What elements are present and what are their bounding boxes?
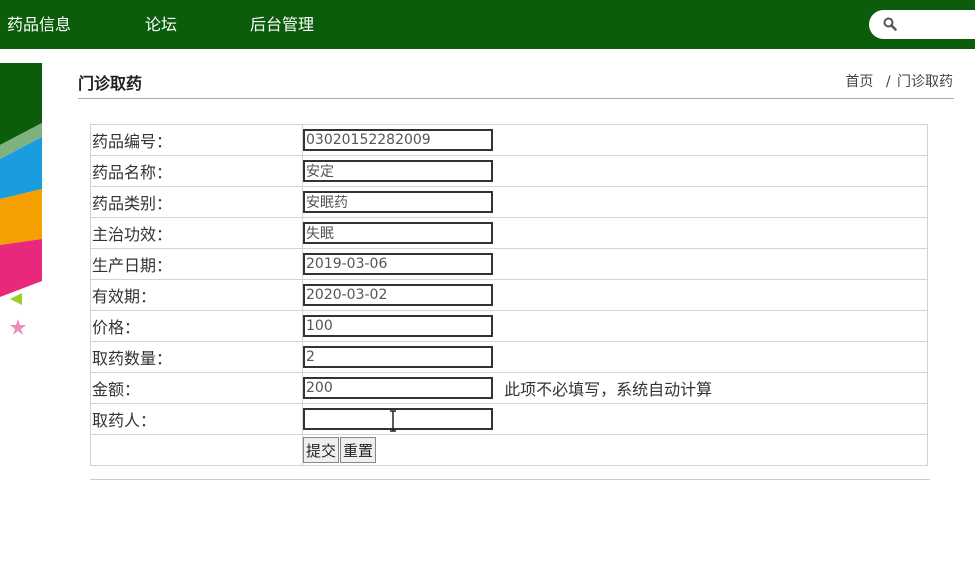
- indication-field[interactable]: [303, 222, 493, 244]
- text-cursor-icon: [390, 410, 396, 432]
- amount-hint: 此项不必填写，系统自动计算: [504, 380, 713, 399]
- nav-item-forum[interactable]: 论坛: [145, 0, 177, 49]
- field-label: 药品类别：: [90, 186, 303, 218]
- form-row-drug-category: 药品类别：: [90, 186, 928, 218]
- form-row-price: 价格：: [90, 310, 928, 342]
- decorative-banner-graphic: [0, 63, 42, 335]
- breadcrumb-separator: /: [885, 74, 891, 90]
- production-date-field[interactable]: [303, 253, 493, 275]
- form-row-drug-name: 药品名称：: [90, 155, 928, 187]
- field-label: 药品编号：: [90, 124, 303, 156]
- form-row-expiry-date: 有效期：: [90, 279, 928, 311]
- field-label: 有效期：: [90, 279, 303, 311]
- search-input[interactable]: [869, 10, 975, 39]
- form-row-amount: 金额： 此项不必填写，系统自动计算: [90, 372, 928, 404]
- field-label: 价格：: [90, 310, 303, 342]
- field-label: 取药人：: [90, 403, 303, 435]
- drug-name-field[interactable]: [303, 160, 493, 182]
- nav-item-admin[interactable]: 后台管理: [250, 0, 314, 49]
- field-label: 金额：: [90, 372, 303, 404]
- field-label: 药品名称：: [90, 155, 303, 187]
- top-nav-bar: 药品信息 论坛 后台管理: [0, 0, 975, 49]
- drug-category-field[interactable]: [303, 191, 493, 213]
- form-row-recipient: 取药人：: [90, 403, 928, 435]
- title-divider: [78, 98, 954, 99]
- reset-button[interactable]: 重置: [340, 437, 377, 463]
- recipient-field[interactable]: [303, 408, 493, 430]
- search-icon[interactable]: [883, 17, 897, 31]
- nav-item-drug-info[interactable]: 药品信息: [7, 0, 71, 49]
- expiry-date-field[interactable]: [303, 284, 493, 306]
- actions-label-cell: [90, 434, 303, 466]
- breadcrumb-current: 门诊取药: [897, 74, 953, 90]
- form-row-production-date: 生产日期：: [90, 248, 928, 280]
- form-row-drug-id: 药品编号：: [90, 124, 928, 156]
- price-field[interactable]: [303, 315, 493, 337]
- field-label: 主治功效：: [90, 217, 303, 249]
- field-label: 取药数量：: [90, 341, 303, 373]
- amount-field[interactable]: [303, 377, 493, 399]
- form-row-quantity: 取药数量：: [90, 341, 928, 373]
- drug-pickup-form: 药品编号： 药品名称： 药品类别： 主治功效： 生产日期： 有效期： 价格： 取…: [90, 124, 928, 466]
- form-row-actions: 提交 重置: [90, 434, 928, 466]
- field-label: 生产日期：: [90, 248, 303, 280]
- quantity-field[interactable]: [303, 346, 493, 368]
- form-row-indication: 主治功效：: [90, 217, 928, 249]
- breadcrumb: 首页 / 门诊取药: [845, 71, 953, 91]
- page-title: 门诊取药: [78, 74, 143, 93]
- breadcrumb-home-link[interactable]: 首页: [845, 74, 873, 90]
- drug-id-field[interactable]: [303, 129, 493, 151]
- bottom-divider: [90, 479, 930, 480]
- submit-button[interactable]: 提交: [303, 437, 340, 463]
